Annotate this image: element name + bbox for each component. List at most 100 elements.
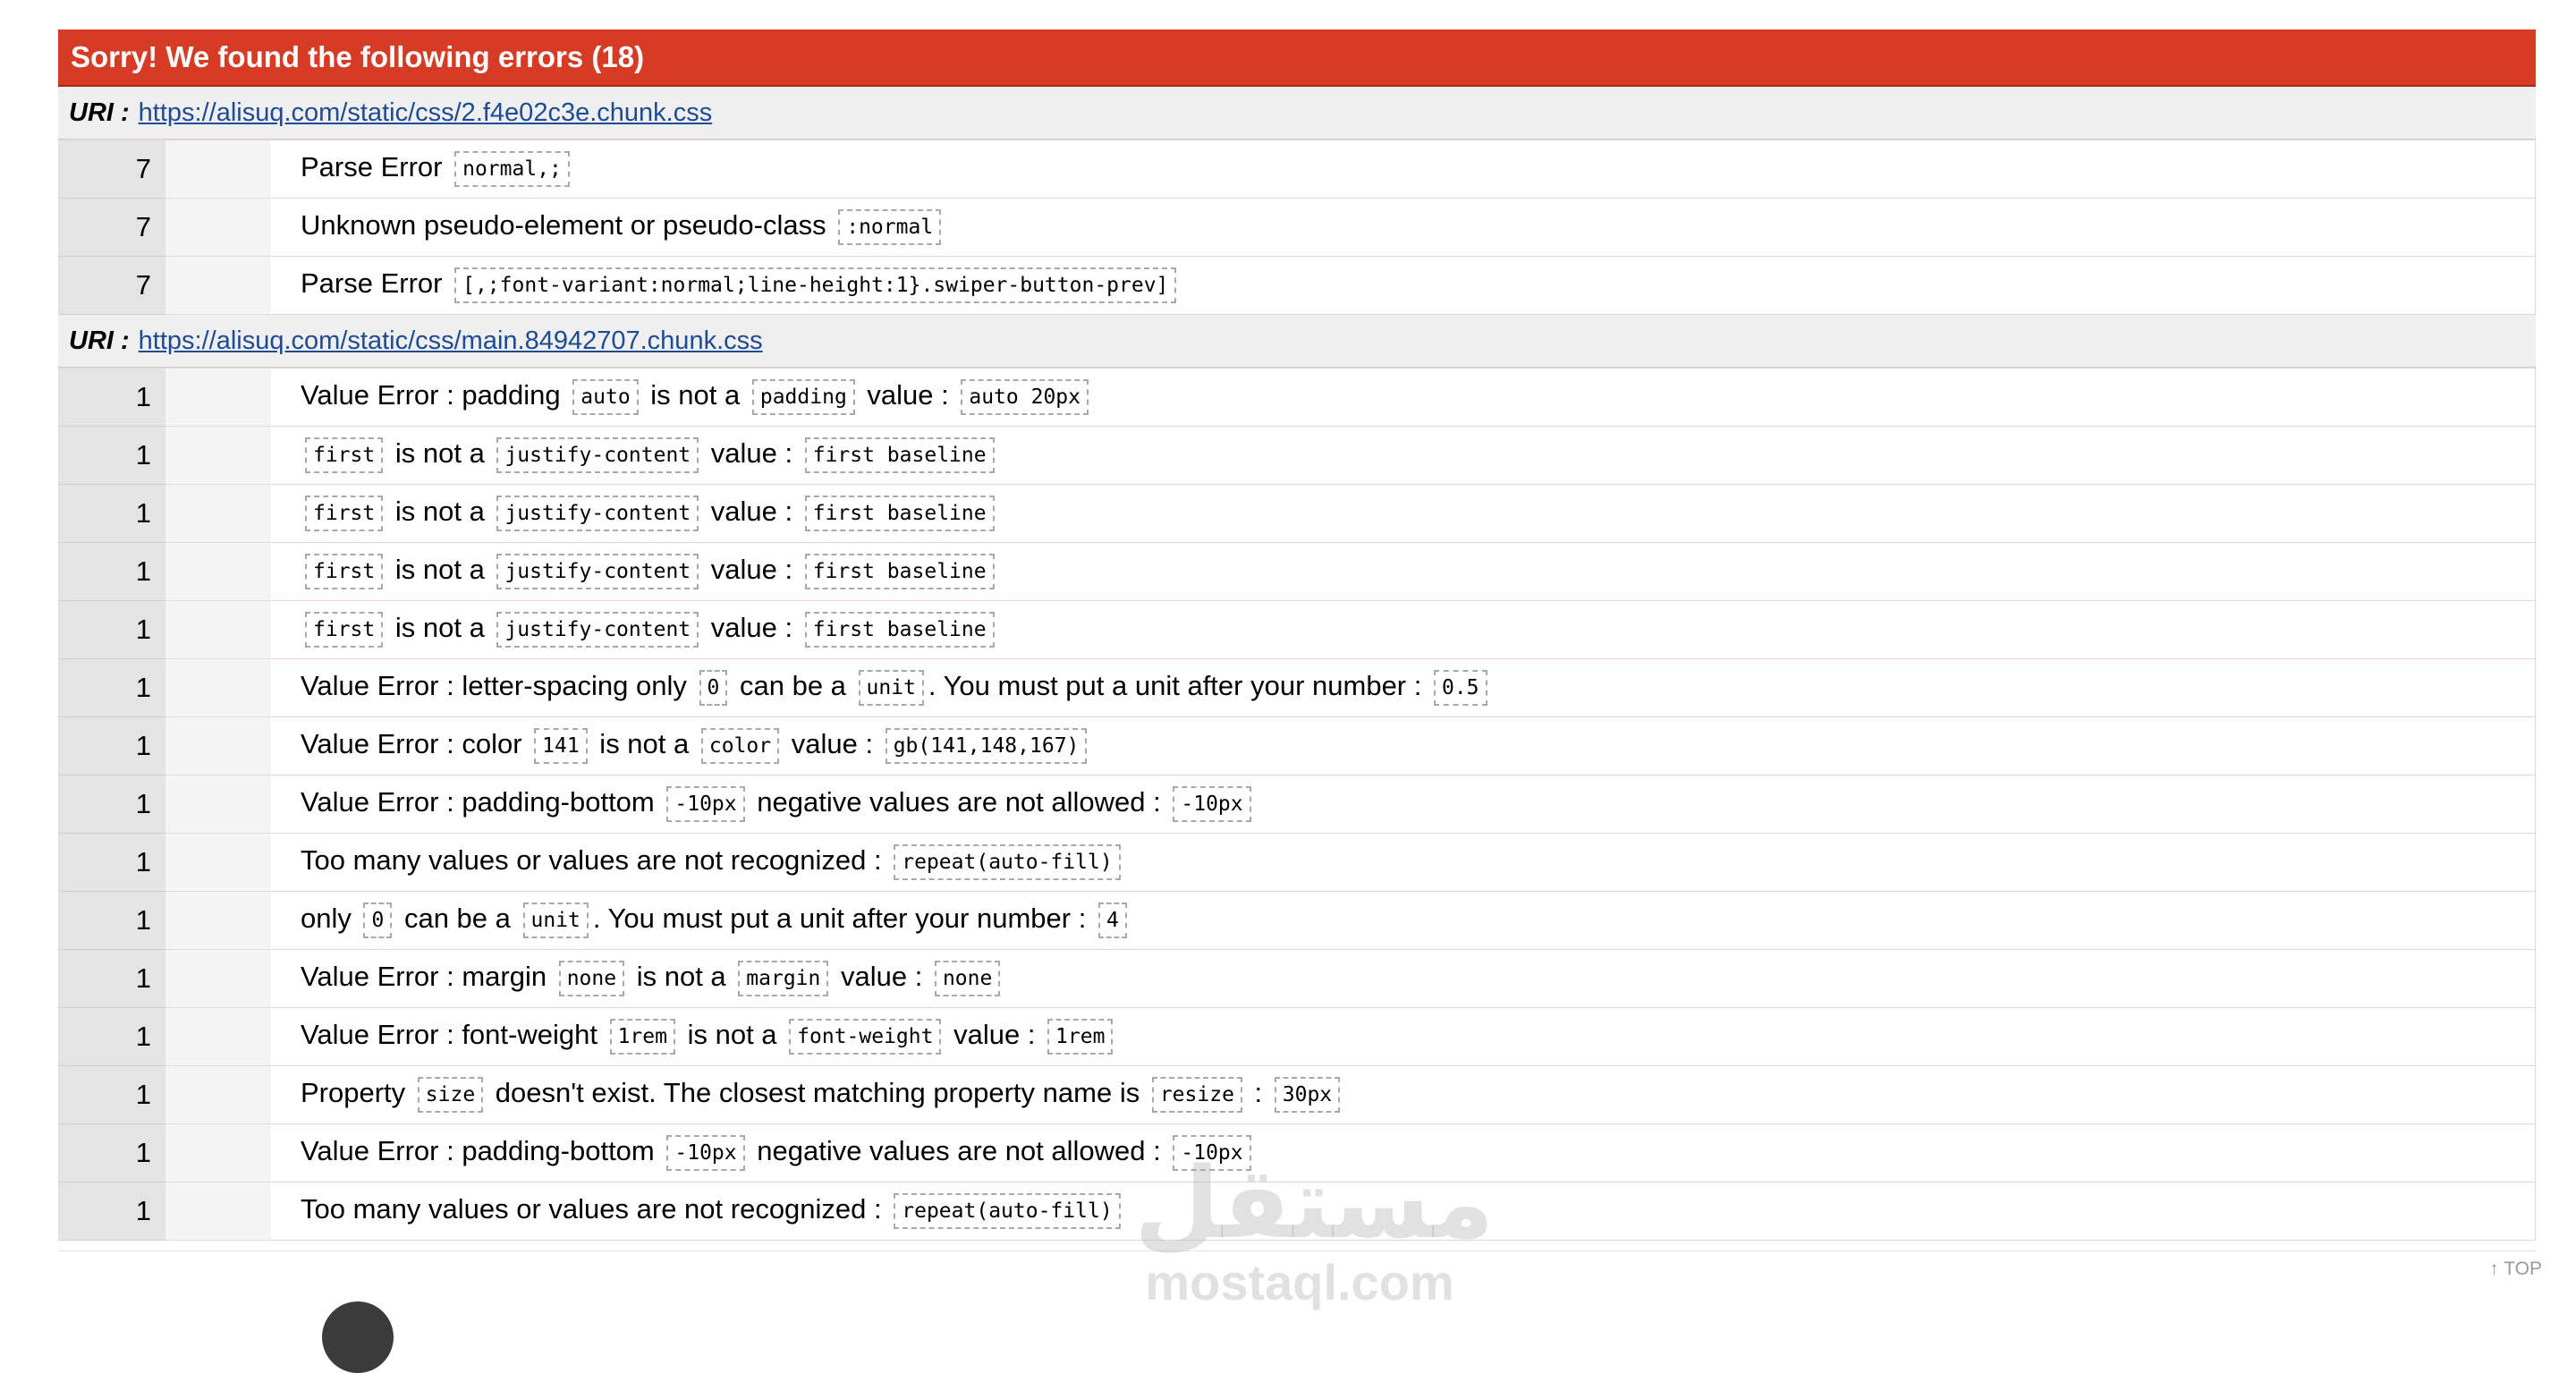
code-snippet: padding	[751, 379, 855, 415]
code-snippet: first	[305, 496, 384, 531]
code-snippet: unit	[858, 670, 924, 706]
error-row: 1 Value Error : padding-bottom -10px nega…	[58, 1123, 2536, 1182]
line-number: 1	[58, 426, 165, 485]
code-snippet: -10px	[1173, 786, 1251, 822]
message-text: is not a	[387, 612, 493, 644]
code-snippet: first baseline	[804, 437, 995, 473]
uri-row: URI : https://alisuq.com/static/css/2.f4e…	[58, 87, 2536, 140]
message-text: is not a	[629, 961, 734, 993]
message-text: :	[1246, 1077, 1270, 1109]
code-snippet: 1rem	[609, 1019, 675, 1055]
code-snippet: unit	[522, 903, 589, 938]
message-text: is not a	[642, 379, 748, 411]
message-text: value :	[945, 1019, 1044, 1051]
context-cell	[165, 426, 271, 485]
error-message: Value Error : margin none is not a margi…	[271, 949, 2536, 1008]
context-cell	[165, 1182, 271, 1241]
context-cell	[165, 1065, 271, 1124]
error-row: 1 Value Error : padding-bottom -10px nega…	[58, 775, 2536, 834]
error-report: Sorry! We found the following errors (18…	[58, 30, 2536, 1241]
error-row: 1 Value Error : margin none is not a marg…	[58, 949, 2536, 1008]
line-number: 1	[58, 484, 165, 543]
line-number: 1	[58, 833, 165, 892]
message-text: Value Error : letter-spacing only	[301, 670, 695, 702]
error-row: 1 first is not a justify-content value : …	[58, 542, 2536, 601]
code-snippet: :normal	[838, 209, 942, 245]
message-text: is not a	[387, 496, 493, 528]
context-cell	[165, 775, 271, 834]
error-row: 1 Value Error : color 141 is not a color …	[58, 716, 2536, 775]
error-message: Unknown pseudo-element or pseudo-class :…	[271, 198, 2536, 257]
line-number: 1	[58, 542, 165, 601]
context-cell	[165, 256, 271, 315]
message-text: is not a	[679, 1019, 785, 1051]
error-row: 7 Parse Error normal,;	[58, 140, 2536, 199]
error-message: Value Error : padding auto is not a padd…	[271, 368, 2536, 427]
error-message: Property size doesn't exist. The closest…	[271, 1065, 2536, 1124]
code-snippet: -10px	[666, 786, 745, 822]
message-text: Parse Error	[301, 267, 451, 300]
code-snippet: justify-content	[496, 612, 699, 648]
uri-row: URI : https://alisuq.com/static/css/main.…	[58, 315, 2536, 368]
error-row: 1 Too many values or values are not recog…	[58, 1182, 2536, 1241]
code-snippet: margin	[738, 961, 829, 996]
error-message: Value Error : letter-spacing only 0 can …	[271, 658, 2536, 717]
message-text: can be a	[396, 903, 519, 935]
error-row: 1 Property size doesn't exist. The closes…	[58, 1065, 2536, 1124]
code-snippet: 4	[1097, 903, 1127, 938]
code-snippet: 0	[363, 903, 393, 938]
context-cell	[165, 542, 271, 601]
context-cell	[165, 949, 271, 1008]
uri-link[interactable]: https://alisuq.com/static/css/2.f4e02c3e…	[139, 98, 713, 127]
uri-link[interactable]: https://alisuq.com/static/css/main.84942…	[139, 326, 763, 355]
context-cell	[165, 484, 271, 543]
footer-divider	[58, 1250, 2536, 1251]
message-text: value :	[703, 554, 801, 586]
back-to-top-link[interactable]: ↑ TOP	[2489, 1259, 2542, 1280]
code-snippet: justify-content	[496, 496, 699, 531]
code-snippet: first baseline	[804, 554, 995, 589]
message-text: is not a	[387, 437, 493, 470]
code-snippet: -10px	[666, 1135, 745, 1171]
avatar	[322, 1301, 394, 1373]
error-table: 7 Parse Error normal,; 7 Unknown pseudo-ele…	[58, 140, 2536, 315]
code-snippet: font-weight	[789, 1019, 942, 1055]
message-text: Property	[301, 1077, 413, 1109]
context-cell	[165, 658, 271, 717]
error-row: 7 Parse Error [,;font-variant:normal;line…	[58, 256, 2536, 315]
message-text: Value Error : padding	[301, 379, 569, 411]
code-snippet: -10px	[1173, 1135, 1251, 1171]
code-snippet: first baseline	[804, 496, 995, 531]
line-number: 1	[58, 600, 165, 659]
code-snippet: 0	[699, 670, 728, 706]
line-number: 1	[58, 949, 165, 1008]
line-number: 1	[58, 891, 165, 950]
error-summary-banner: Sorry! We found the following errors (18…	[58, 30, 2536, 87]
watermark-latin-text: mostaql.com	[1145, 1254, 1454, 1310]
uri-label: URI :	[69, 326, 130, 355]
line-number: 1	[58, 1065, 165, 1124]
code-snippet: 0.5	[1433, 670, 1487, 706]
message-text: Parse Error	[301, 151, 451, 183]
code-snippet: auto 20px	[961, 379, 1089, 415]
code-snippet: auto	[572, 379, 639, 415]
error-message: Too many values or values are not recogn…	[271, 833, 2536, 892]
context-cell	[165, 198, 271, 257]
error-table: 1 Value Error : padding auto is not a pad…	[58, 368, 2536, 1241]
code-snippet: none	[558, 961, 625, 996]
error-row: 1 first is not a justify-content value : …	[58, 600, 2536, 659]
error-row: 1 Value Error : font-weight 1rem is not a…	[58, 1007, 2536, 1066]
message-text: value :	[784, 728, 881, 760]
line-number: 1	[58, 1182, 165, 1241]
error-message: Parse Error normal,;	[271, 140, 2536, 199]
code-snippet: first	[305, 612, 384, 648]
message-text: Value Error : font-weight	[301, 1019, 606, 1051]
message-text: is not a	[387, 554, 493, 586]
error-row: 1 first is not a justify-content value : …	[58, 484, 2536, 543]
context-cell	[165, 1123, 271, 1182]
code-snippet: 141	[534, 728, 588, 764]
message-text: only	[301, 903, 360, 935]
message-text: value :	[833, 961, 930, 993]
code-snippet: repeat(auto-fill)	[894, 844, 1121, 880]
context-cell	[165, 140, 271, 199]
